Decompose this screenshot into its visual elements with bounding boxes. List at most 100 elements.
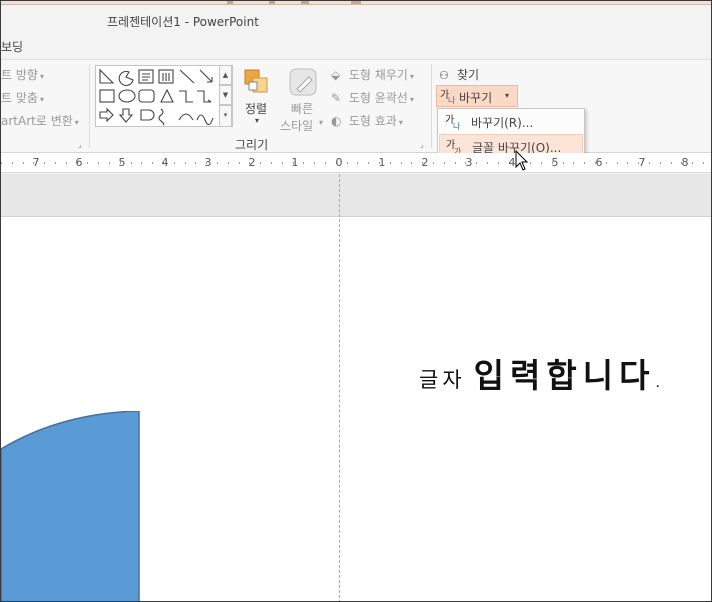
ruler-label: 0 [335, 156, 343, 169]
ruler-label: 8 [681, 156, 689, 169]
chevron-down-icon[interactable]: ▾ [505, 91, 509, 100]
ruler-label: 5 [551, 156, 559, 169]
replace-icon: 가 나 [440, 89, 456, 104]
ruler-tick [390, 162, 391, 164]
gallery-scroll-down-icon[interactable]: ▼ [219, 85, 232, 105]
replace-split-button[interactable]: 가 나 바꾸기 ▾ [436, 85, 518, 107]
chevron-down-icon: ▾ [409, 95, 414, 104]
ruler-tick [606, 162, 607, 164]
blue-quarter-circle-shape[interactable] [1, 411, 141, 602]
arc-shape-icon [178, 113, 194, 121]
shape-effects-button[interactable]: ◐ 도형 효과 ▾ [331, 112, 403, 129]
title-bar: 프레젠테이션1 - PowerPoint [1, 5, 711, 35]
slide-editing-area[interactable]: 글자 입력합니다. [1, 174, 711, 602]
pen-icon: ✎ [331, 91, 342, 105]
ruler-label: 3 [204, 156, 212, 169]
replace-icon: 가 나 [445, 114, 461, 131]
ruler-tick [66, 162, 67, 164]
gallery-scroll-up-icon[interactable]: ▲ [219, 65, 232, 85]
horizontal-ruler[interactable]: 7 6 5 4 3 2 1 0 1 2 3 4 5 6 7 8 [1, 153, 711, 173]
ruler-tick [12, 162, 13, 164]
drawing-launcher-icon[interactable]: ⌟ [420, 141, 428, 149]
ruler-tick [487, 162, 488, 164]
window-title: 프레젠테이션1 - PowerPoint [107, 15, 259, 29]
quick-styles-icon [289, 68, 317, 96]
ribbon: 트 방향 ▾ 트 맞춤 ▾ artArt로 변환 ▾ ⌟ ▲ ▼ ▾ 정렬 ▾ … [1, 59, 711, 153]
find-button[interactable]: ⚇ 찾기 [439, 66, 479, 83]
ruler-tick [325, 162, 326, 164]
slide-text-box[interactable]: 글자 입력합니다. [419, 349, 660, 397]
down-arrow-shape-icon [118, 108, 134, 123]
shapes-gallery[interactable] [95, 65, 233, 127]
ruler-tick [357, 162, 358, 164]
rectangle-shape-icon [99, 89, 115, 103]
ruler-label: 7 [638, 156, 646, 169]
curve-shape-icon [158, 108, 165, 126]
ruler-tick [228, 162, 229, 164]
slide-text-large: 입력합니다 [473, 356, 656, 395]
quick-styles-label-line2[interactable]: 스타일 [280, 117, 313, 134]
text-direction-label: 트 방향 [1, 68, 38, 82]
ruler-tick [671, 162, 672, 164]
ruler-label: 1 [378, 156, 386, 169]
slide-text-dot: . [655, 375, 660, 391]
chevron-down-icon[interactable]: ▾ [255, 116, 259, 125]
convert-smartart-label: artArt로 변환 [1, 114, 73, 128]
rounded-rectangle-shape-icon [138, 89, 155, 103]
convert-smartart-button[interactable]: artArt로 변환 ▾ [1, 112, 79, 129]
ruler-tick [584, 162, 585, 164]
ruler-tick [541, 162, 542, 164]
ruler-tick [692, 162, 693, 164]
pie-shape-icon [118, 70, 134, 86]
ruler-tick [627, 162, 628, 164]
drawing-group-label: 그리기 [235, 138, 269, 152]
quick-styles-label-line1[interactable]: 빠른 [291, 100, 313, 117]
chevron-down-icon: ▾ [74, 118, 79, 127]
ribbon-separator [431, 64, 432, 148]
ruler-tick [314, 162, 315, 164]
shape-outline-button[interactable]: ✎ 도형 윤곽선 ▾ [331, 89, 414, 106]
menu-item-replace[interactable]: 가 나 바꾸기(R)... [439, 110, 583, 134]
triangle-shape-icon [160, 88, 174, 103]
tab-storyboarding[interactable]: 보딩 [1, 38, 23, 55]
ruler-label: 3 [465, 156, 473, 169]
ruler-tick [660, 162, 661, 164]
ruler-tick [282, 162, 283, 164]
align-text-button[interactable]: 트 맞춤 ▾ [1, 89, 44, 106]
binoculars-icon: ⚇ [439, 69, 449, 82]
slide[interactable]: 글자 입력합니다. [1, 216, 711, 602]
ruler-label: 2 [421, 156, 429, 169]
ruler-tick [573, 162, 574, 164]
chevron-down-icon[interactable]: ▾ [319, 118, 323, 127]
menu-item-replace-label: 바꾸기(R)... [471, 116, 534, 130]
paragraph-launcher-icon[interactable]: ⌟ [78, 141, 86, 149]
ruler-tick [368, 162, 369, 164]
ruler-tick [444, 162, 445, 164]
ruler-tick [303, 162, 304, 164]
ruler-tick [44, 162, 45, 164]
arrange-label[interactable]: 정렬 [245, 100, 267, 117]
ruler-label: 6 [75, 156, 83, 169]
ruler-tick [563, 162, 564, 164]
replace-label: 바꾸기 [459, 91, 493, 105]
chevron-down-icon: ▾ [39, 95, 44, 104]
ruler-tick [55, 162, 56, 164]
slide-text-small: 글자 [419, 368, 466, 392]
line-shape-icon [179, 69, 195, 84]
ruler-tick [239, 162, 240, 164]
shape-fill-button[interactable]: ⬙ 도형 채우기 ▾ [331, 66, 414, 83]
elbow-arrow-connector-shape-icon [197, 90, 212, 103]
ruler-tick [433, 162, 434, 164]
gallery-more-icon[interactable]: ▾ [219, 105, 232, 127]
ruler-tick [98, 162, 99, 164]
shape-effects-label: 도형 효과 [348, 114, 397, 128]
align-text-label: 트 맞춤 [1, 91, 38, 105]
ruler-tick [271, 162, 272, 164]
text-direction-button[interactable]: 트 방향 ▾ [1, 66, 44, 83]
ruler-label: 4 [161, 156, 169, 169]
ruler-tick [498, 162, 499, 164]
elbow-connector-shape-icon [179, 90, 193, 103]
ruler-tick [347, 162, 348, 164]
arrange-icon [244, 69, 268, 93]
ruler-tick [649, 162, 650, 164]
